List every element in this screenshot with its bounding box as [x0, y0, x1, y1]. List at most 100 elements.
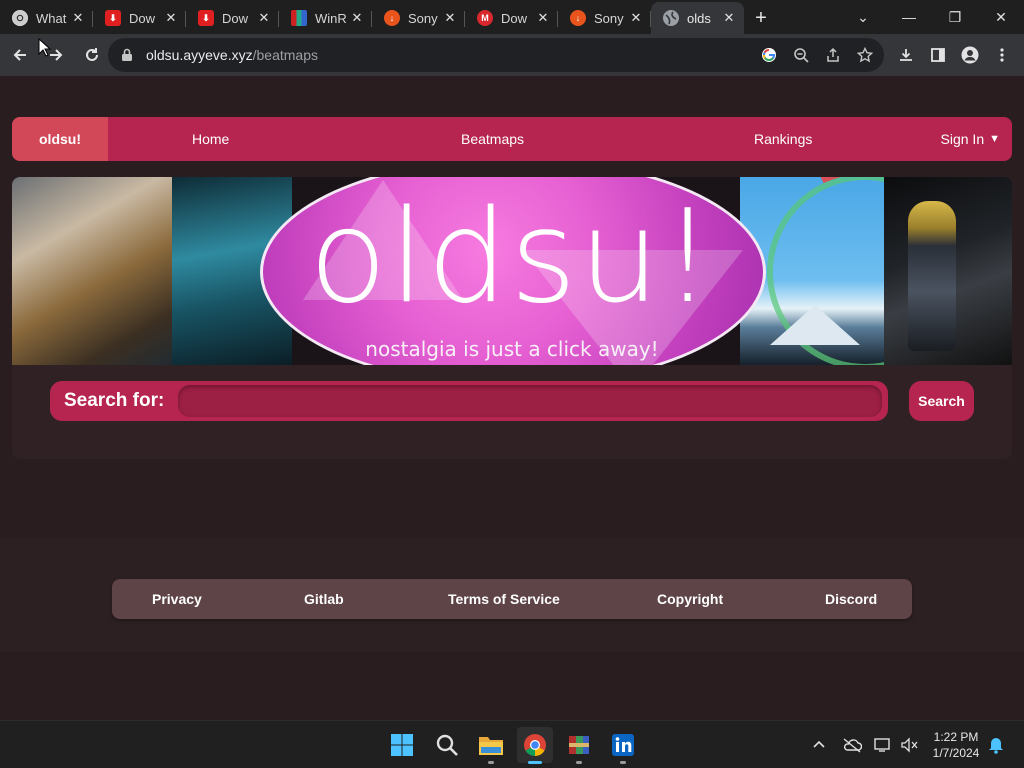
- zoom-out-icon[interactable]: [790, 44, 812, 66]
- google-lens-icon[interactable]: [758, 44, 780, 66]
- close-icon[interactable]: ✕: [350, 10, 364, 25]
- clock-time: 1:22 PM: [933, 730, 979, 744]
- close-icon[interactable]: ✕: [722, 10, 736, 25]
- footer-gitlab-link[interactable]: Gitlab: [304, 579, 344, 619]
- mouse-cursor-icon: [38, 38, 52, 57]
- restore-button[interactable]: ❐: [932, 0, 978, 34]
- winrar-icon: [291, 10, 307, 26]
- network-disconnected-icon[interactable]: [873, 721, 893, 768]
- footer-links: Privacy Gitlab Terms of Service Copyrigh…: [112, 579, 912, 619]
- browser-tab-2[interactable]: ⬇ Dow ✕: [93, 2, 186, 34]
- nav-beatmaps-link[interactable]: Beatmaps: [461, 117, 524, 161]
- site-navbar: oldsu! Home Beatmaps Rankings Sign In ▼: [12, 117, 1012, 161]
- tab-title: olds: [687, 10, 711, 26]
- side-panel-icon[interactable]: [922, 39, 954, 71]
- footer-discord-link[interactable]: Discord: [825, 579, 877, 619]
- download-icon[interactable]: [890, 39, 922, 71]
- close-icon[interactable]: ✕: [164, 10, 178, 25]
- search-bar: Search for:: [50, 381, 888, 421]
- windows-taskbar: 1:22 PM 1/7/2024: [0, 720, 1024, 768]
- site-wordmark: oldsu!: [308, 183, 716, 332]
- reload-button[interactable]: [76, 39, 108, 71]
- orange-download-icon: ↓: [570, 10, 586, 26]
- url-host: oldsu.ayyeve.xyz: [146, 47, 253, 63]
- close-icon[interactable]: ✕: [71, 10, 85, 25]
- site-brand-link[interactable]: oldsu!: [12, 117, 108, 161]
- chrome-icon: [524, 734, 546, 756]
- footer-copyright-link[interactable]: Copyright: [657, 579, 723, 619]
- tab-title: What: [36, 10, 67, 26]
- search-panel: Search for: Search: [12, 365, 1012, 459]
- bookmark-star-icon[interactable]: [854, 44, 876, 66]
- footer-privacy-link[interactable]: Privacy: [152, 579, 202, 619]
- url-text[interactable]: oldsu.ayyeve.xyz/beatmaps: [146, 47, 318, 63]
- browser-tab-3[interactable]: ⬇ Dow ✕: [186, 2, 279, 34]
- tab-title: WinR: [315, 10, 347, 26]
- tab-title: Sony: [408, 10, 438, 26]
- download-site-icon: ⬇: [198, 10, 214, 26]
- browser-toolbar: oldsu.ayyeve.xyz/beatmaps: [0, 34, 1024, 76]
- nav-rankings-link[interactable]: Rankings: [754, 117, 812, 161]
- back-button[interactable]: [4, 39, 36, 71]
- start-button[interactable]: [384, 727, 420, 763]
- close-icon[interactable]: ✕: [443, 10, 457, 25]
- lock-icon[interactable]: [120, 48, 134, 62]
- running-indicator: [576, 761, 582, 764]
- minimize-button[interactable]: —: [886, 0, 932, 34]
- tray-overflow-chevron-icon[interactable]: [812, 721, 826, 768]
- reload-icon: [86, 48, 98, 61]
- speaker-muted-icon[interactable]: [900, 721, 918, 768]
- notification-bell-icon[interactable]: [988, 721, 1004, 768]
- chrome-icon: [12, 10, 28, 26]
- close-icon[interactable]: ✕: [536, 10, 550, 25]
- browser-tab-1[interactable]: What ✕: [0, 2, 93, 34]
- close-icon[interactable]: ✕: [257, 10, 271, 25]
- taskbar-winrar[interactable]: [561, 727, 597, 764]
- system-clock[interactable]: 1:22 PM 1/7/2024: [918, 729, 994, 761]
- profile-avatar-icon[interactable]: [954, 39, 986, 71]
- mega-icon: M: [477, 10, 493, 26]
- share-icon[interactable]: [822, 44, 844, 66]
- tab-title: Sony: [594, 10, 624, 26]
- onedrive-offline-icon[interactable]: [842, 721, 862, 768]
- search-icon: [436, 734, 458, 756]
- tab-title: Dow: [129, 10, 156, 26]
- kebab-menu-icon[interactable]: [986, 39, 1018, 71]
- tab-strip: What ✕ ⬇ Dow ✕ ⬇ Dow ✕ WinR ✕ ↓ Sony ✕ M…: [0, 0, 1024, 34]
- taskbar-file-explorer[interactable]: [473, 727, 509, 764]
- taskbar-search-button[interactable]: [429, 727, 465, 763]
- url-path: /beatmaps: [252, 47, 318, 63]
- running-indicator: [620, 761, 626, 764]
- search-button[interactable]: Search: [909, 381, 974, 421]
- search-label: Search for:: [64, 390, 165, 411]
- web-page: oldsu! Home Beatmaps Rankings Sign In ▼ …: [0, 76, 1024, 720]
- nav-home-link[interactable]: Home: [192, 117, 229, 161]
- tab-search-chevron-icon[interactable]: ⌄: [840, 0, 886, 34]
- address-bar[interactable]: oldsu.ayyeve.xyz/beatmaps: [108, 38, 884, 72]
- nav-signin-dropdown[interactable]: Sign In ▼: [941, 117, 1000, 161]
- search-input[interactable]: [178, 385, 882, 417]
- browser-tab-6[interactable]: M Dow ✕: [465, 2, 558, 34]
- globe-icon: [663, 10, 679, 26]
- running-indicator: [528, 761, 542, 764]
- orange-download-icon: ↓: [384, 10, 400, 26]
- footer-tos-link[interactable]: Terms of Service: [448, 579, 560, 619]
- taskbar-chrome[interactable]: [517, 727, 553, 764]
- window-close-button[interactable]: ✕: [978, 0, 1024, 34]
- window-controls: ⌄ — ❐ ✕: [840, 0, 1024, 34]
- browser-tab-4[interactable]: WinR ✕: [279, 2, 372, 34]
- site-tagline: nostalgia is just a click away!: [365, 337, 659, 361]
- windows-start-icon: [391, 734, 413, 756]
- toolbar-right: [890, 39, 1018, 71]
- browser-tab-8-active[interactable]: olds ✕: [651, 2, 744, 34]
- omnibox-actions: [758, 38, 876, 72]
- taskbar-linkedin[interactable]: [605, 727, 641, 764]
- footer-band: Privacy Gitlab Terms of Service Copyrigh…: [0, 538, 1024, 652]
- browser-tab-5[interactable]: ↓ Sony ✕: [372, 2, 465, 34]
- linkedin-icon: [612, 734, 634, 756]
- browser-tab-7[interactable]: ↓ Sony ✕: [558, 2, 651, 34]
- new-tab-button[interactable]: +: [744, 2, 778, 34]
- close-icon[interactable]: ✕: [629, 10, 643, 25]
- file-explorer-icon: [479, 737, 503, 755]
- back-arrow-icon: [13, 49, 26, 61]
